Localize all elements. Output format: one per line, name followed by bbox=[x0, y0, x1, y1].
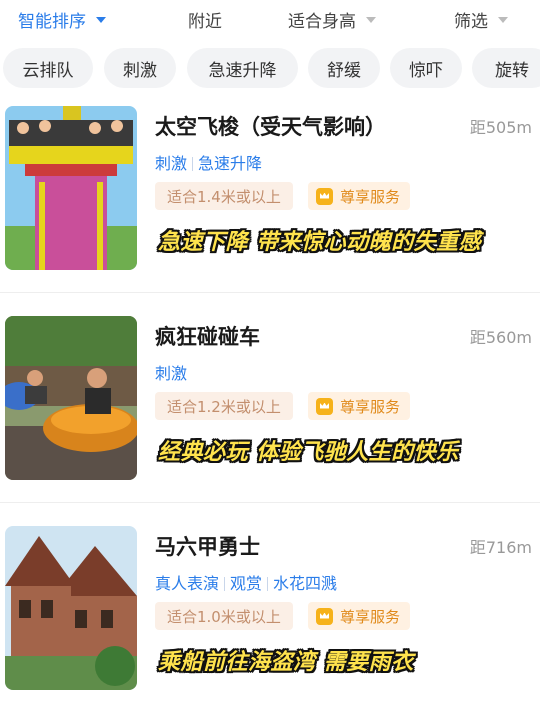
distance-label: 距716m bbox=[469, 538, 532, 557]
premium-service-badge: 尊享服务 bbox=[308, 182, 411, 210]
ride-card-malacca-warrior[interactable]: 马六甲勇士 距716m 真人表演 观赏 水花四溅 适合1.0米或以上 尊享服务 乘船… bbox=[0, 526, 540, 720]
distance-label: 距560m bbox=[469, 328, 532, 347]
ride-photo bbox=[5, 526, 137, 690]
ride-photo bbox=[5, 106, 137, 270]
card-divider bbox=[0, 502, 540, 503]
ride-tag: 水花四溅 bbox=[273, 574, 338, 593]
premium-service-badge: 尊享服务 bbox=[308, 602, 411, 630]
filter-dropdown[interactable]: 筛选 bbox=[454, 7, 508, 32]
nearby-sort-button[interactable]: 附近 bbox=[188, 7, 222, 32]
premium-service-badge: 尊享服务 bbox=[308, 392, 411, 420]
ride-tags: 真人表演 观赏 水花四溅 bbox=[155, 570, 337, 594]
chip-scary[interactable]: 惊吓 bbox=[390, 48, 462, 88]
smart-sort-dropdown[interactable]: 智能排序 bbox=[18, 7, 106, 32]
tag-separator bbox=[192, 156, 194, 171]
height-requirement-badge: 适合1.4米或以上 bbox=[155, 182, 293, 210]
ride-photo bbox=[5, 316, 137, 480]
ride-card-bumper-cars[interactable]: 疯狂碰碰车 距560m 刺激 适合1.2米或以上 尊享服务 经典必玩 体验飞驰人… bbox=[0, 316, 540, 512]
ride-name: 太空飞梭（受天气影响） bbox=[155, 115, 386, 139]
tag-separator bbox=[267, 576, 269, 591]
height-requirement-badge: 适合1.0米或以上 bbox=[155, 602, 293, 630]
height-fit-label: 适合身高 bbox=[288, 12, 356, 32]
chevron-down-icon bbox=[498, 17, 508, 23]
chip-cloud-queue[interactable]: 云排队 bbox=[3, 48, 93, 88]
tag-separator bbox=[224, 576, 226, 591]
pavilion-image bbox=[5, 526, 137, 690]
chip-rapid-drop[interactable]: 急速升降 bbox=[187, 48, 298, 88]
ride-tag: 观赏 bbox=[230, 574, 263, 593]
ride-tag: 真人表演 bbox=[155, 574, 220, 593]
service-label: 尊享服务 bbox=[340, 187, 401, 206]
chevron-down-icon bbox=[366, 17, 376, 23]
bumper-car-image bbox=[5, 316, 137, 480]
smart-sort-label: 智能排序 bbox=[18, 12, 86, 32]
service-label: 尊享服务 bbox=[340, 397, 401, 416]
chip-gentle[interactable]: 舒缓 bbox=[308, 48, 380, 88]
crown-icon bbox=[316, 397, 333, 415]
ride-card-space-shuttle[interactable]: 太空飞梭（受天气影响） 距505m 刺激 急速升降 适合1.4米或以上 尊享服务 … bbox=[0, 106, 540, 302]
tag-chip-row[interactable]: 云排队 刺激 急速升降 舒缓 惊吓 旋转 bbox=[0, 48, 540, 88]
card-divider bbox=[0, 292, 540, 293]
chevron-down-icon bbox=[96, 17, 106, 23]
ride-tag: 刺激 bbox=[155, 154, 188, 173]
chip-thrilling[interactable]: 刺激 bbox=[104, 48, 176, 88]
promo-caption: 经典必玩 体验飞驰人生的快乐 bbox=[158, 440, 459, 465]
distance-label: 距505m bbox=[469, 118, 532, 137]
sort-filter-bar: 智能排序 附近 适合身高 筛选 bbox=[0, 0, 540, 38]
crown-icon bbox=[316, 607, 333, 625]
service-label: 尊享服务 bbox=[340, 607, 401, 626]
ride-tag: 刺激 bbox=[155, 364, 188, 383]
promo-caption: 乘船前往海盗湾 需要雨衣 bbox=[158, 650, 414, 675]
height-fit-dropdown[interactable]: 适合身高 bbox=[288, 7, 376, 32]
ride-tag: 急速升降 bbox=[198, 154, 263, 173]
ride-name: 疯狂碰碰车 bbox=[155, 325, 260, 349]
ride-name: 马六甲勇士 bbox=[155, 535, 260, 559]
crown-icon bbox=[316, 187, 333, 205]
ride-tags: 刺激 bbox=[155, 360, 187, 384]
height-requirement-badge: 适合1.2米或以上 bbox=[155, 392, 293, 420]
ride-tags: 刺激 急速升降 bbox=[155, 150, 262, 174]
promo-caption: 急速下降 带来惊心动魄的失重感 bbox=[158, 230, 482, 255]
nearby-label: 附近 bbox=[188, 12, 222, 32]
drop-tower-image bbox=[5, 106, 137, 270]
filter-label: 筛选 bbox=[454, 12, 488, 32]
chip-spinning[interactable]: 旋转 bbox=[472, 48, 540, 88]
